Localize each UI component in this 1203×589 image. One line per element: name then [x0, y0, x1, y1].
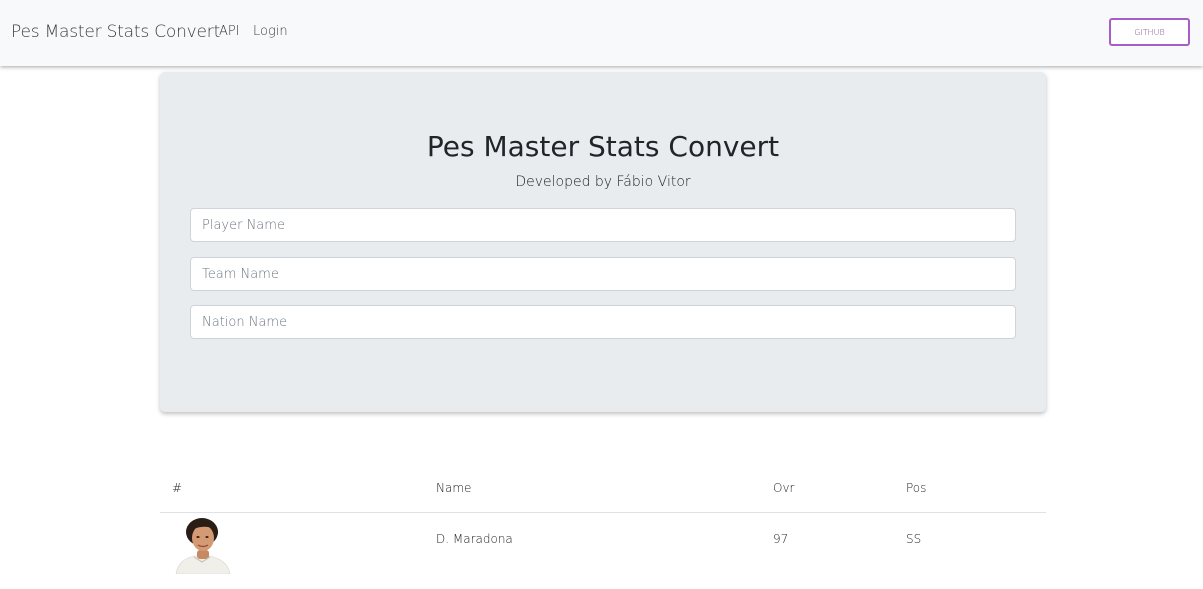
top-navbar: Pes Master Stats Convert API Login GITHU…: [0, 0, 1203, 66]
player-pos-cell: SS: [906, 531, 922, 546]
player-name-cell: D. Maradona: [436, 531, 513, 546]
column-header-pos: Pos: [906, 481, 927, 495]
table-header-row: # Name Ovr Pos: [160, 466, 1046, 512]
nation-name-input[interactable]: [190, 305, 1016, 339]
github-button[interactable]: GITHUB: [1109, 18, 1190, 46]
nav-link-api[interactable]: API: [219, 24, 240, 39]
player-name-input[interactable]: [190, 208, 1016, 242]
nav-link-login[interactable]: Login: [253, 24, 288, 39]
results-table-container: # Name Ovr Pos D. Maradona 97 SS: [160, 466, 1046, 574]
results-table: # Name Ovr Pos D. Maradona 97 SS: [160, 466, 1046, 574]
player-photo-cell: [160, 512, 436, 574]
table-row[interactable]: D. Maradona 97 SS: [160, 512, 1046, 574]
column-header-number: #: [172, 481, 183, 495]
player-ovr-cell: 97: [773, 531, 789, 546]
column-header-name: Name: [436, 481, 472, 495]
search-panel: Pes Master Stats Convert Developed by Fá…: [160, 72, 1046, 412]
player-photo: [175, 517, 231, 574]
brand-link[interactable]: Pes Master Stats Convert: [11, 22, 220, 42]
team-name-input[interactable]: [190, 257, 1016, 291]
developer-credit: Developed by Fábio Vitor: [515, 174, 691, 190]
page-title: Pes Master Stats Convert: [426, 130, 780, 163]
column-header-ovr: Ovr: [773, 481, 795, 495]
